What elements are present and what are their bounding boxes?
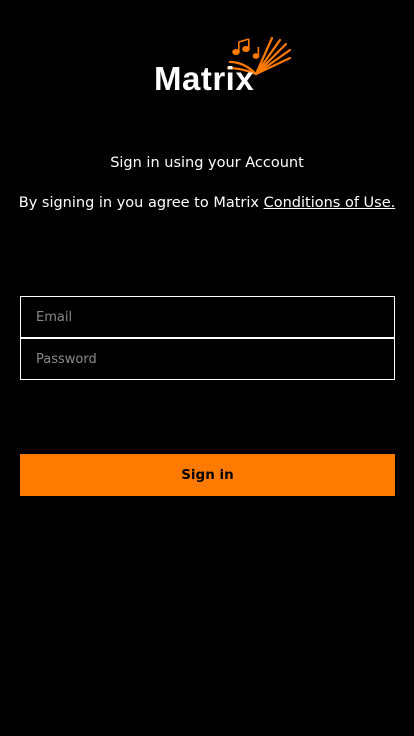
- signin-intro-text: Sign in using your Account: [110, 155, 304, 171]
- conditions-of-use-link[interactable]: Conditions of Use.: [264, 195, 396, 211]
- email-field[interactable]: [20, 296, 395, 338]
- matrix-logo: Matrix: [154, 36, 294, 98]
- brand-name: Matrix: [154, 60, 255, 97]
- password-field[interactable]: [20, 338, 395, 380]
- sign-in-button[interactable]: Sign in: [20, 454, 395, 496]
- terms-notice: By signing in you agree to Matrix Condit…: [0, 193, 414, 213]
- terms-prefix: By signing in you agree to Matrix: [18, 195, 264, 211]
